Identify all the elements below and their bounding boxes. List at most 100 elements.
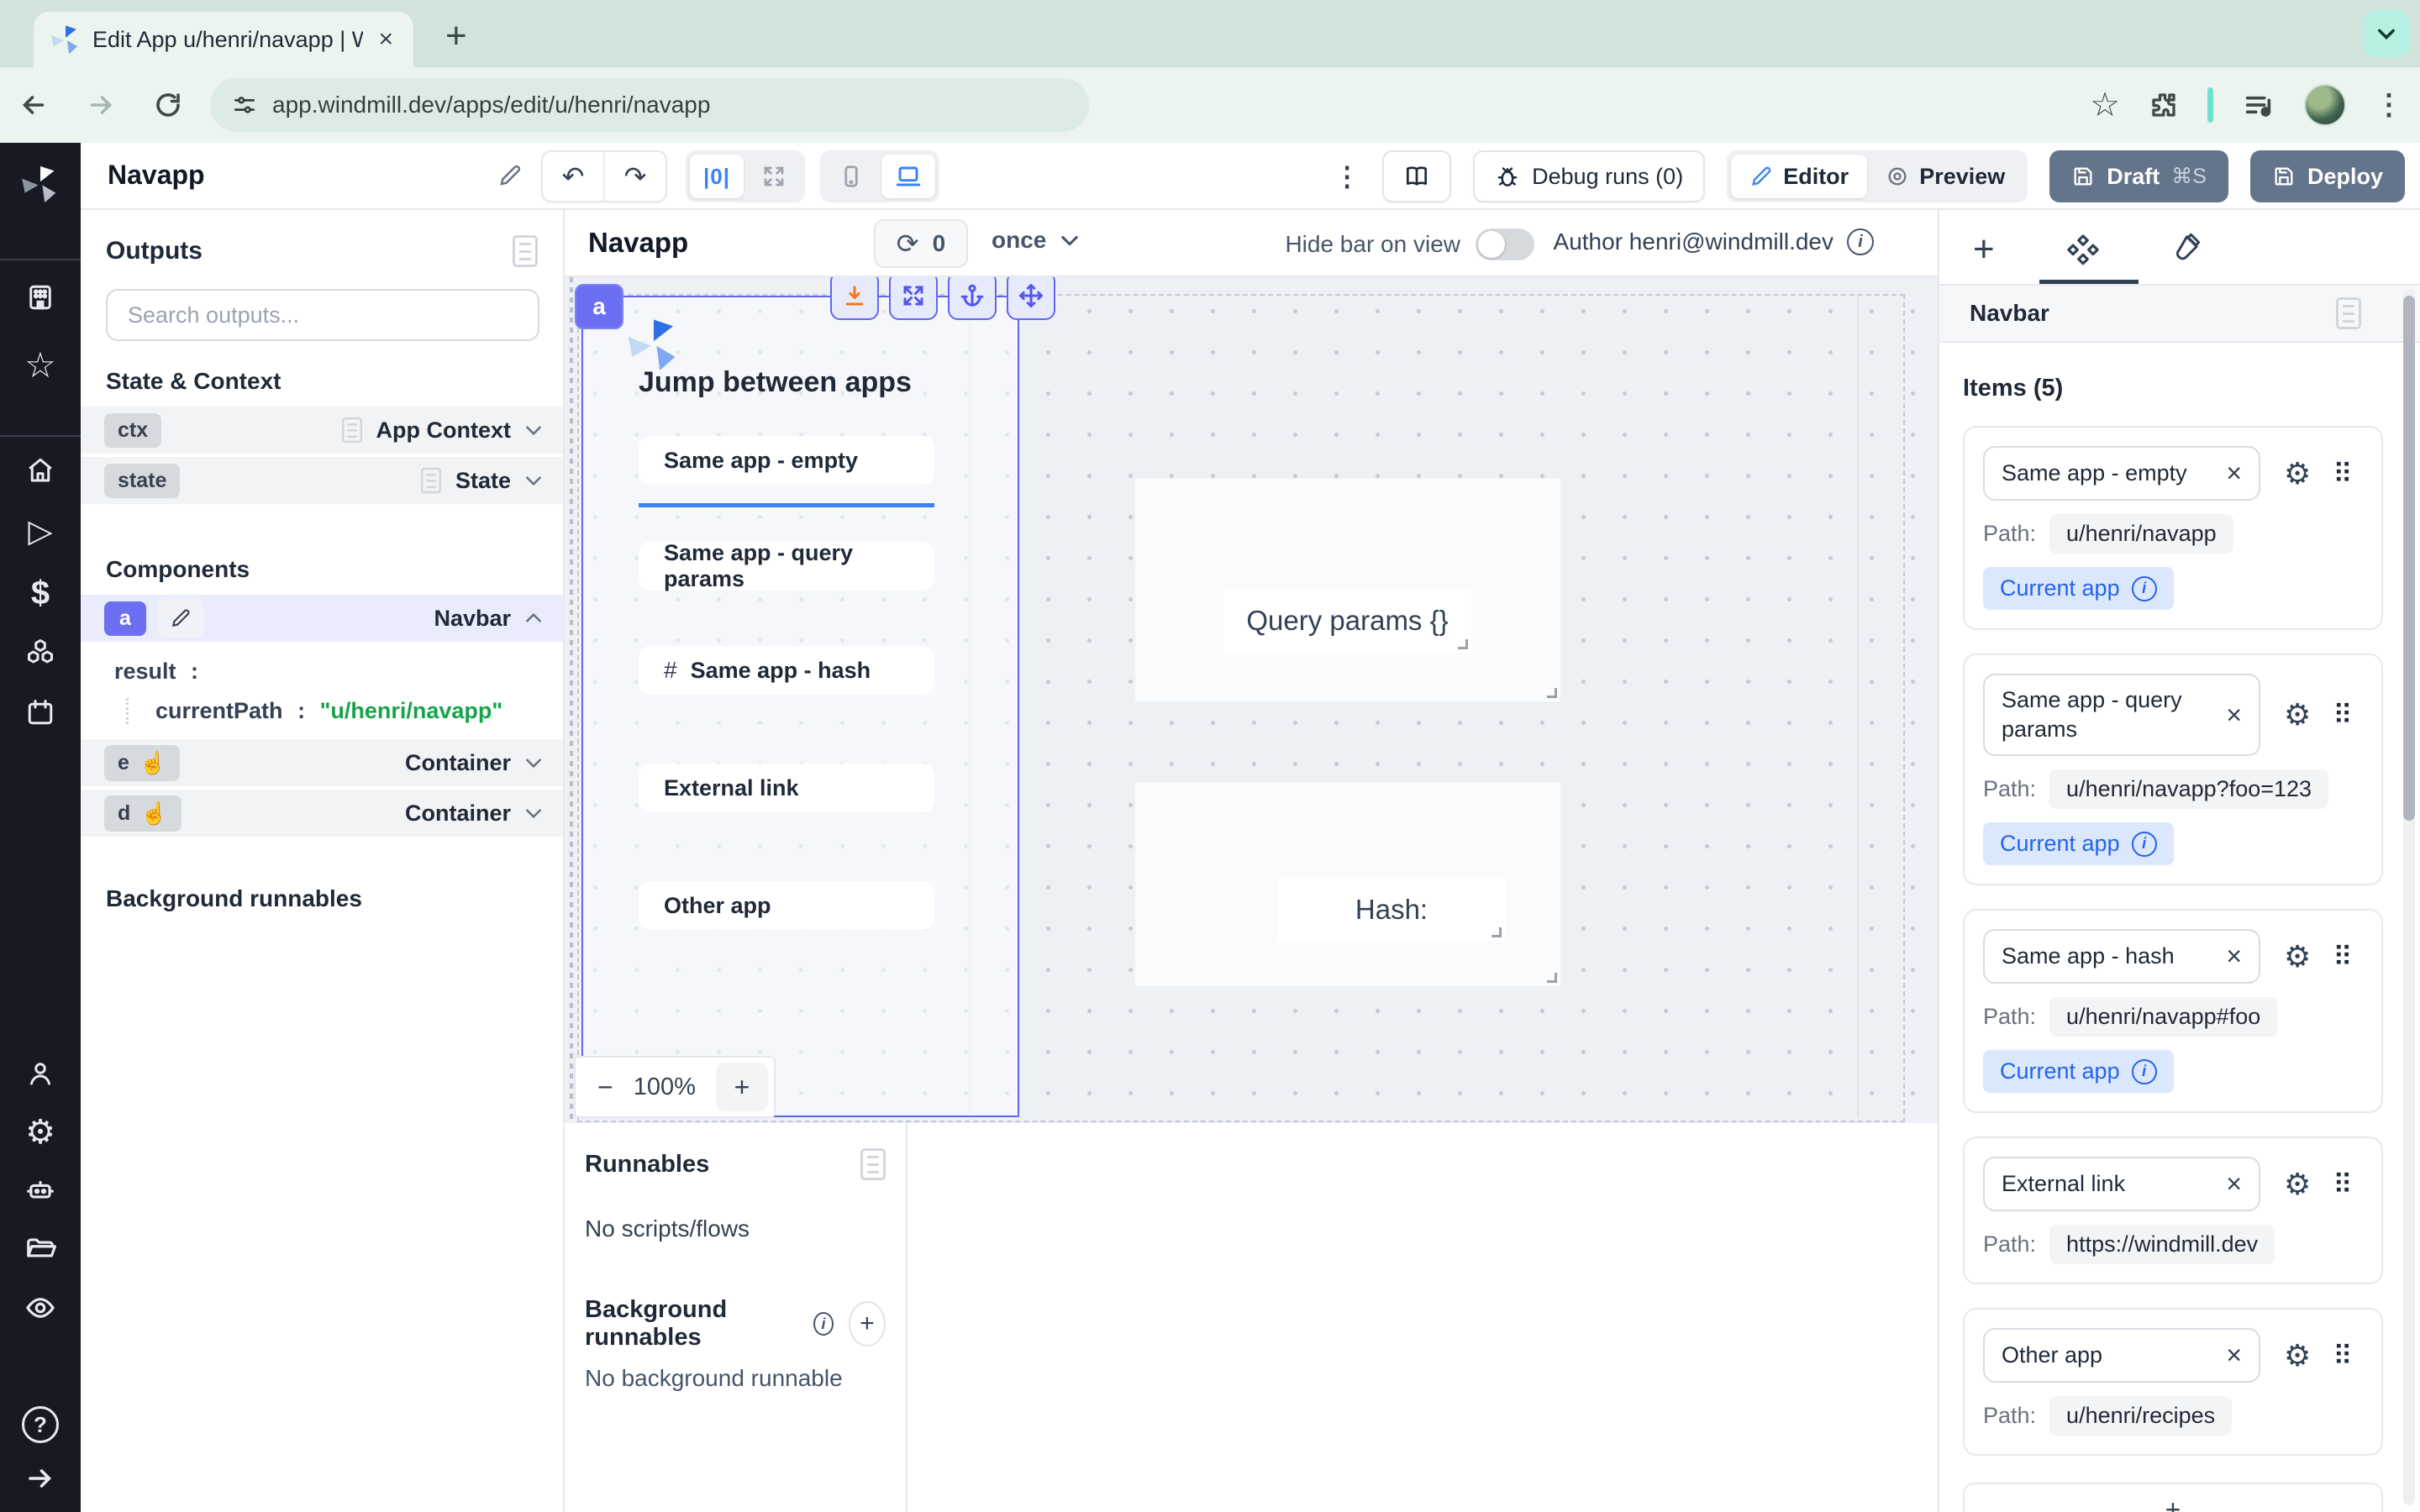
item-label-input[interactable]: External link × <box>1983 1157 2260 1211</box>
deploy-button[interactable]: Deploy <box>2250 150 2405 202</box>
component-row-container-e[interactable]: e ☝ Container <box>81 739 563 786</box>
sidebar-item-settings[interactable]: ⚙ <box>0 1116 81 1149</box>
rename-component-button[interactable] <box>158 599 203 638</box>
search-outputs-input[interactable] <box>106 289 539 341</box>
clear-icon[interactable]: × <box>2226 1340 2242 1371</box>
windmill-logo-icon[interactable] <box>0 165 81 203</box>
tab-editor[interactable]: Editor <box>1731 155 1867 198</box>
undo-button[interactable]: ↶ <box>543 152 605 201</box>
panel-doc-icon[interactable] <box>2336 297 2361 329</box>
run-mode-dropdown[interactable]: once <box>992 227 1081 254</box>
reload-button[interactable] <box>134 90 202 120</box>
chevron-down-icon[interactable] <box>523 419 544 441</box>
clear-icon[interactable]: × <box>2226 458 2242 489</box>
redo-button[interactable]: ↷ <box>605 152 666 201</box>
browser-tab[interactable]: Edit App u/henri/navapp | Win × <box>34 12 413 67</box>
centered-layout-button[interactable]: |0| <box>690 155 744 198</box>
sidebar-collapse-icon[interactable] <box>0 1463 81 1494</box>
item-label-input[interactable]: Same app - query params × <box>1983 674 2260 756</box>
chevron-down-icon[interactable] <box>523 470 544 491</box>
info-icon[interactable]: i <box>2132 832 2157 857</box>
tab-search-button[interactable] <box>2363 10 2410 57</box>
fill-height-button[interactable] <box>830 277 879 320</box>
app-canvas[interactable]: a <box>565 277 1938 1123</box>
sidebar-item-users[interactable] <box>0 1058 81 1089</box>
navbar-component-selected[interactable]: a <box>581 296 1019 1117</box>
container-d-hash[interactable]: Hash: <box>1134 781 1561 987</box>
item-label-input[interactable]: Other app × <box>1983 1328 2260 1383</box>
sidebar-item-workspace[interactable] <box>0 282 81 312</box>
drag-handle-icon[interactable]: ⠿ <box>2333 1340 2350 1372</box>
resize-handle[interactable] <box>1491 927 1502 937</box>
scrollbar-thumb[interactable] <box>2403 296 2415 821</box>
resize-handle[interactable] <box>1458 639 1468 649</box>
desktop-preview-button[interactable] <box>881 155 935 198</box>
chevron-down-icon[interactable] <box>523 802 544 824</box>
nav-item-other-app[interactable]: Other app <box>639 881 934 930</box>
item-path-value[interactable]: u/henri/recipes <box>2049 1396 2232 1436</box>
tab-preview[interactable]: Preview <box>1867 155 2023 198</box>
tab-theme[interactable] <box>2168 232 2202 265</box>
item-settings-icon[interactable]: ⚙ <box>2284 456 2311 491</box>
tab-component-settings[interactable] <box>2065 232 2101 267</box>
info-icon[interactable]: i <box>813 1312 833 1336</box>
mobile-preview-button[interactable] <box>824 155 878 198</box>
clear-icon[interactable]: × <box>2226 1168 2242 1200</box>
resize-handle[interactable] <box>1547 973 1557 983</box>
item-label-input[interactable]: Same app - hash × <box>1983 929 2260 984</box>
panel-divider[interactable] <box>906 1123 908 1512</box>
info-icon[interactable]: i <box>2132 1059 2157 1084</box>
add-item-button[interactable]: + <box>1963 1483 2383 1512</box>
anchor-component-button[interactable] <box>948 277 997 320</box>
sidebar-item-schedules[interactable] <box>0 697 81 727</box>
item-settings-icon[interactable]: ⚙ <box>2284 1167 2311 1202</box>
expand-component-button[interactable] <box>889 277 938 320</box>
sidebar-item-help[interactable]: ? <box>0 1406 81 1443</box>
sidebar-item-folders[interactable] <box>0 1233 81 1265</box>
clear-icon[interactable]: × <box>2226 700 2242 731</box>
avatar[interactable] <box>2304 84 2346 126</box>
info-icon[interactable]: i <box>1847 228 1874 255</box>
sidebar-item-resources[interactable] <box>0 637 81 667</box>
bookmark-star-icon[interactable]: ☆ <box>2090 86 2120 124</box>
browser-menu-icon[interactable]: ⋮ <box>2375 88 2403 122</box>
nav-item-hash[interactable]: # Same app - hash <box>639 646 934 695</box>
extensions-icon[interactable] <box>2149 90 2179 120</box>
panel-doc-icon[interactable] <box>860 1148 886 1180</box>
media-queue-icon[interactable] <box>2242 88 2275 122</box>
zoom-in-button[interactable]: + <box>716 1063 768 1111</box>
url-bar[interactable]: app.windmill.dev/apps/edit/u/henri/navap… <box>210 78 1089 132</box>
hide-bar-toggle[interactable] <box>1476 228 1534 260</box>
nav-item-query-params[interactable]: Same app - query params <box>639 542 934 591</box>
item-settings-icon[interactable]: ⚙ <box>2284 1338 2311 1373</box>
component-row-container-d[interactable]: d ☝ Container <box>81 790 563 837</box>
drag-handle-icon[interactable]: ⠿ <box>2333 1168 2350 1200</box>
query-params-text-widget[interactable]: Query params {} <box>1223 589 1471 653</box>
sidebar-item-home[interactable] <box>0 455 81 486</box>
back-button[interactable] <box>0 90 67 120</box>
forward-button[interactable] <box>67 90 134 120</box>
resize-handle[interactable] <box>1547 688 1557 698</box>
item-path-value[interactable]: u/henri/navapp <box>2049 514 2233 554</box>
draft-button[interactable]: Draft ⌘S <box>2049 150 2228 202</box>
chevron-up-icon[interactable] <box>523 607 544 629</box>
zoom-out-button[interactable]: − <box>597 1072 613 1103</box>
panel-doc-icon[interactable] <box>513 235 538 267</box>
tab-close-icon[interactable]: × <box>375 27 397 52</box>
container-e-query-params[interactable]: Query params {} <box>1134 478 1561 702</box>
new-tab-button[interactable]: + <box>445 15 467 57</box>
component-row-navbar[interactable]: a Navbar <box>81 595 563 642</box>
item-label-input[interactable]: Same app - empty × <box>1983 446 2260 501</box>
drag-handle-icon[interactable]: ⠿ <box>2333 941 2350 973</box>
nav-item-external-link[interactable]: External link <box>639 764 934 812</box>
item-settings-icon[interactable]: ⚙ <box>2284 939 2311 974</box>
drag-handle-icon[interactable]: ⠿ <box>2333 699 2350 731</box>
debug-runs-button[interactable]: Debug runs (0) <box>1473 150 1705 202</box>
item-settings-icon[interactable]: ⚙ <box>2284 697 2311 732</box>
clear-icon[interactable]: × <box>2226 941 2242 972</box>
nav-item-same-app-empty[interactable]: Same app - empty <box>639 436 934 485</box>
hash-text-widget[interactable]: Hash: <box>1278 879 1505 941</box>
output-row-state[interactable]: state State <box>81 457 563 504</box>
add-background-runnable-button[interactable]: + <box>849 1301 886 1347</box>
full-width-layout-button[interactable] <box>747 155 801 198</box>
